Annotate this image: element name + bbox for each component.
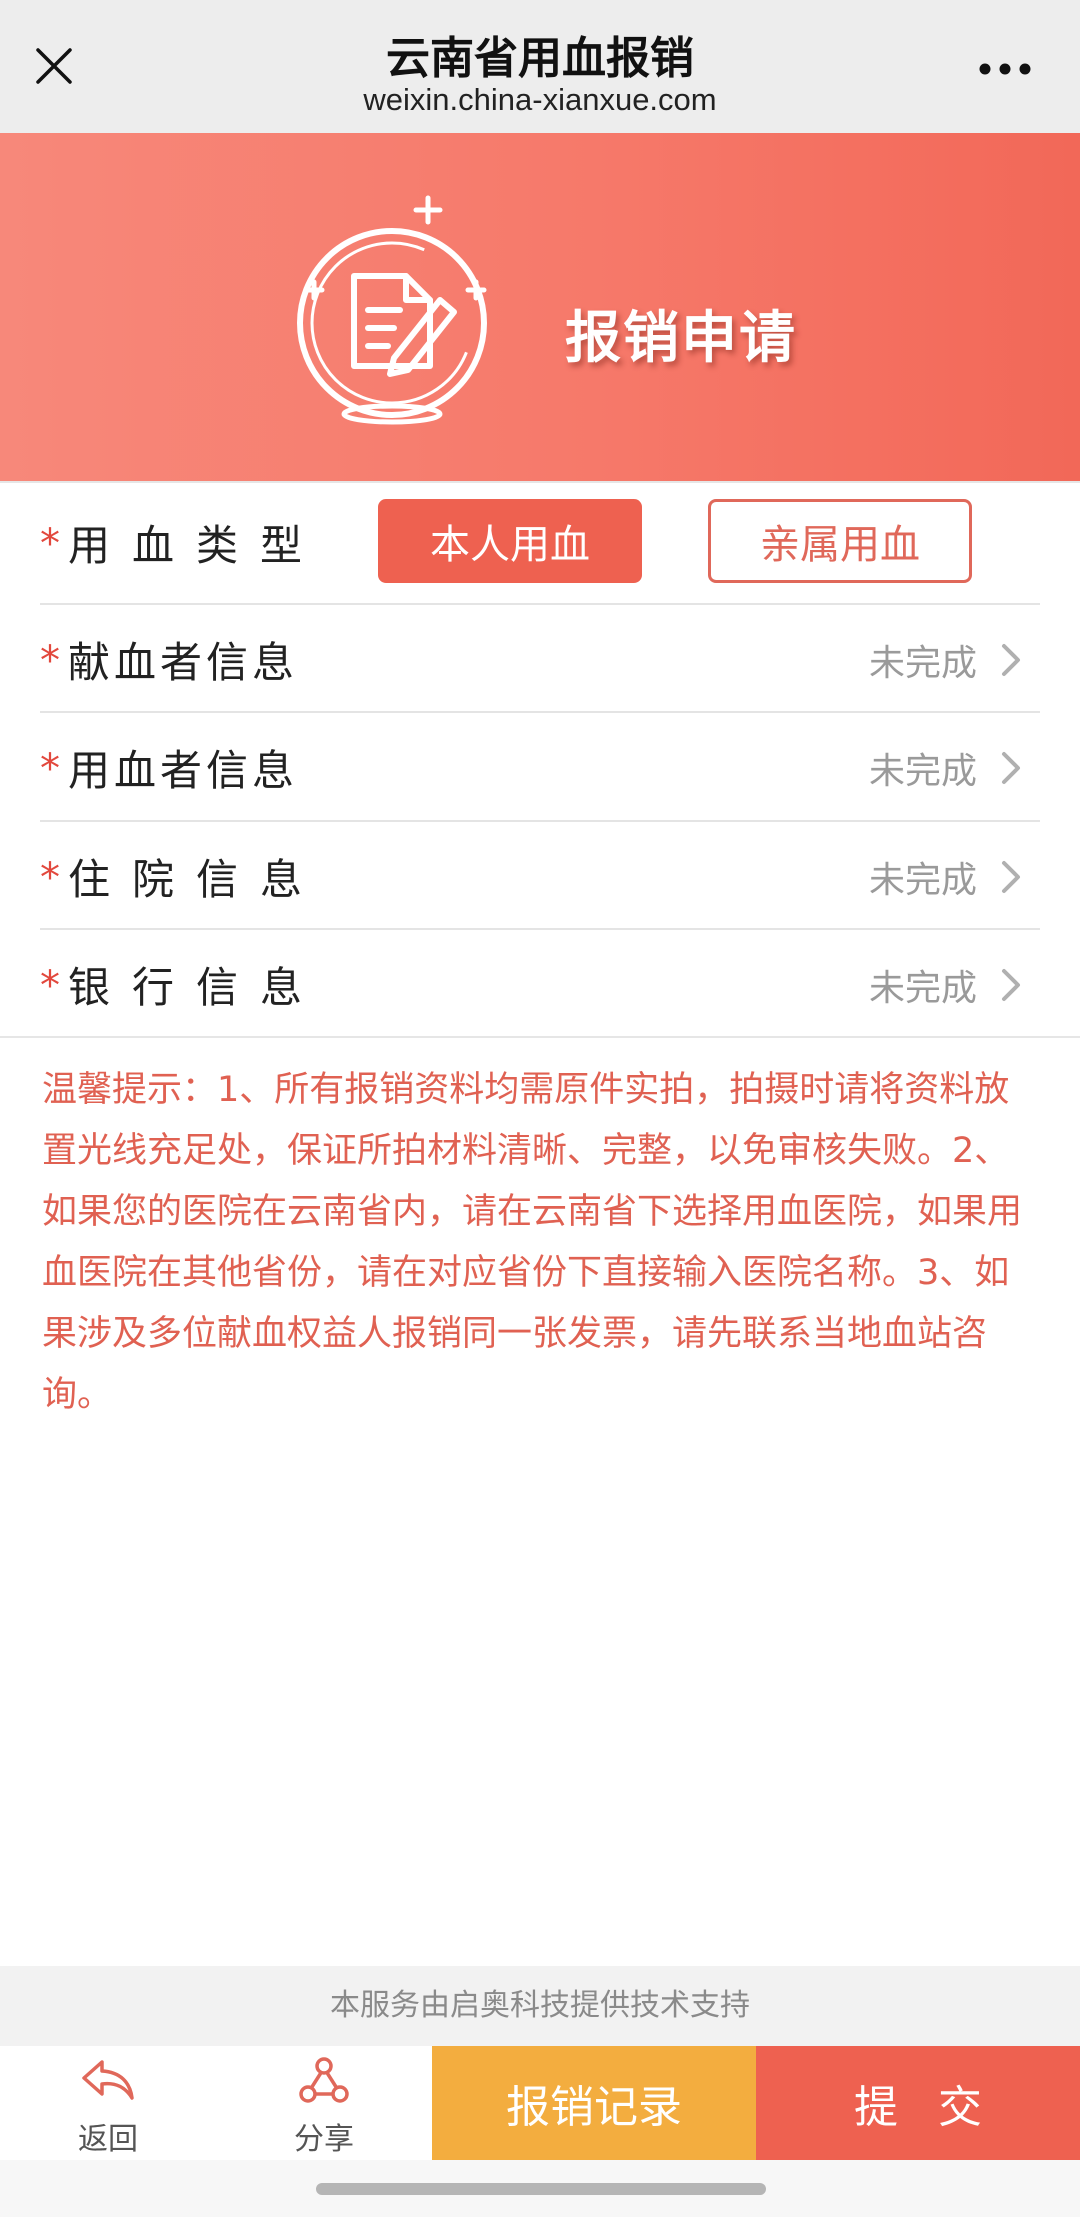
- page-title: 云南省用血报销: [386, 33, 694, 84]
- self-blood-button[interactable]: 本人用血: [378, 499, 642, 583]
- required-mark: *: [40, 855, 60, 901]
- required-mark: *: [40, 638, 60, 684]
- chevron-right-icon: [1002, 861, 1020, 893]
- bank-info-status: 未完成: [868, 968, 977, 1009]
- divider: [0, 481, 1080, 483]
- hospital-info-status: 未完成: [868, 860, 977, 901]
- relative-blood-button[interactable]: 亲属用血: [708, 499, 972, 583]
- divider: [0, 1036, 1080, 1038]
- home-indicator[interactable]: [316, 2183, 766, 2195]
- header-banner: 报销申请: [0, 133, 1080, 481]
- blood-type-label: 用血类型: [68, 521, 325, 570]
- donor-info-status: 未完成: [868, 643, 977, 684]
- required-mark: *: [40, 521, 60, 567]
- bank-info-label: 银行信息: [68, 963, 325, 1012]
- more-button[interactable]: [970, 44, 1040, 94]
- top-nav-bar: 云南省用血报销 weixin.china-xianxue.com: [0, 0, 1080, 133]
- chevron-right-icon: [1002, 969, 1020, 1001]
- recipient-info-label: 用血者信息: [68, 746, 299, 795]
- back-label: 返回: [78, 2122, 138, 2157]
- back-button[interactable]: 返回: [0, 2046, 216, 2160]
- bottom-action-bar: 返回 分享 报销记录 提交: [0, 2046, 1080, 2160]
- share-button[interactable]: 分享: [216, 2046, 432, 2160]
- warm-notice: 温馨提示：1、所有报销资料均需原件实拍，拍摄时请将资料放置光线充足处，保证所拍材…: [42, 1070, 1023, 1415]
- recipient-info-row[interactable]: * 用血者信息 未完成: [0, 712, 1080, 820]
- hospital-info-row[interactable]: * 住院信息 未完成: [0, 821, 1080, 929]
- share-icon: [299, 2057, 349, 2103]
- back-arrow-icon: [82, 2060, 134, 2100]
- hospital-info-label: 住院信息: [68, 855, 325, 904]
- document-edit-icon: [297, 195, 487, 425]
- chevron-right-icon: [1002, 752, 1020, 784]
- required-mark: *: [40, 963, 60, 1009]
- chevron-right-icon: [1002, 644, 1020, 676]
- submit-button[interactable]: 提交: [756, 2046, 1080, 2160]
- page-url: weixin.china-xianxue.com: [363, 82, 717, 117]
- tech-support-text: 本服务由启奥科技提供技术支持: [0, 1966, 1080, 2046]
- share-label: 分享: [294, 2122, 354, 2157]
- records-button[interactable]: 报销记录: [432, 2046, 756, 2160]
- bank-info-row[interactable]: * 银行信息 未完成: [0, 929, 1080, 1037]
- banner-title: 报销申请: [565, 306, 797, 371]
- more-dots-icon: [979, 63, 1031, 75]
- donor-info-row[interactable]: * 献血者信息 未完成: [0, 604, 1080, 712]
- donor-info-label: 献血者信息: [68, 638, 299, 687]
- recipient-info-status: 未完成: [868, 751, 977, 792]
- required-mark: *: [40, 746, 60, 792]
